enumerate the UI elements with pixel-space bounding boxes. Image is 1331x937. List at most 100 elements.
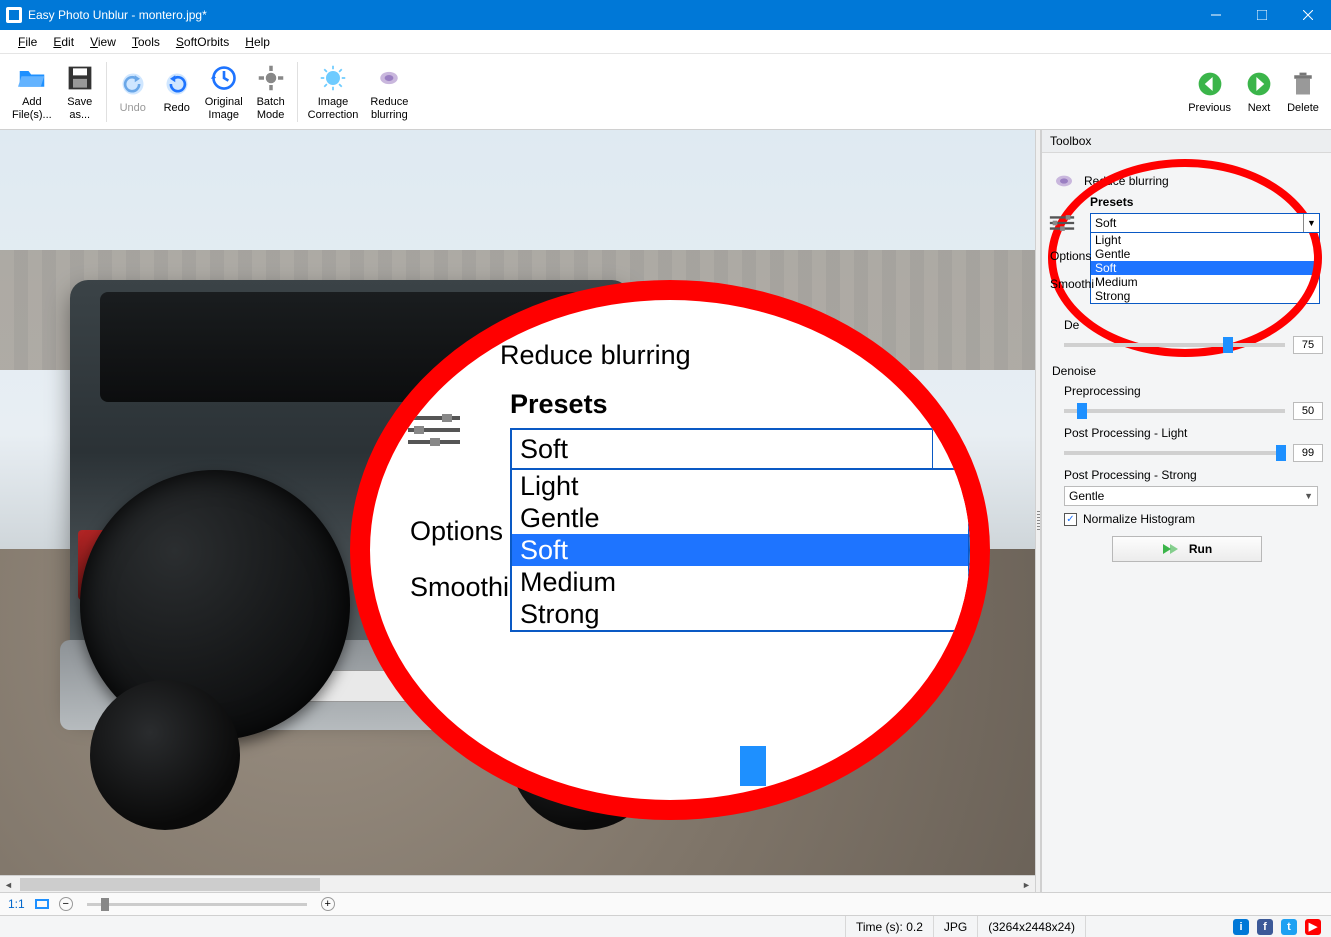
detail-value[interactable]: 75 — [1293, 336, 1323, 354]
add-files-button[interactable]: Add File(s)... — [6, 60, 58, 122]
previous-button[interactable]: Previous — [1182, 66, 1237, 116]
horizontal-scrollbar[interactable]: ◄ ► — [0, 875, 1035, 892]
run-button[interactable]: Run — [1112, 536, 1262, 562]
scroll-left-icon[interactable]: ◄ — [0, 876, 17, 892]
detail-slider[interactable] — [1064, 343, 1285, 347]
youtube-icon[interactable]: ▶ — [1305, 919, 1321, 935]
image-canvas[interactable]: Reduce blurring Presets Soft ▼ Options S… — [0, 130, 1035, 892]
undo-icon — [117, 68, 149, 100]
menu-edit[interactable]: Edit — [45, 33, 82, 51]
maximize-button[interactable] — [1239, 0, 1285, 30]
gear-icon — [255, 62, 287, 94]
normalize-label: Normalize Histogram — [1083, 512, 1195, 526]
zoom-out-button[interactable]: − — [59, 897, 73, 911]
preset-selected: Soft — [1095, 216, 1116, 230]
detail-label: De — [1064, 318, 1323, 332]
sparkle-icon — [317, 62, 349, 94]
zoom-option-light[interactable]: Light — [512, 470, 968, 502]
reduce-blurring-button[interactable]: Reduce blurring — [364, 60, 414, 122]
chevron-down-icon: ▼ — [932, 430, 968, 468]
scroll-right-icon[interactable]: ► — [1018, 876, 1035, 892]
undo-button[interactable]: Undo — [111, 60, 155, 122]
original-image-button[interactable]: Original Image — [199, 60, 249, 122]
preset-option-light[interactable]: Light — [1091, 233, 1319, 247]
social-links: i f t ▶ — [1223, 919, 1331, 935]
folder-open-icon — [16, 62, 48, 94]
preset-option-strong[interactable]: Strong — [1091, 289, 1319, 303]
preset-option-medium[interactable]: Medium — [1091, 275, 1319, 289]
post-light-label: Post Processing - Light — [1064, 426, 1323, 440]
menu-tools[interactable]: Tools — [124, 33, 168, 51]
zoom-option-strong[interactable]: Strong — [512, 598, 968, 630]
menu-bar: File Edit View Tools SoftOrbits Help — [0, 30, 1331, 54]
minimize-button[interactable] — [1193, 0, 1239, 30]
history-icon — [208, 62, 240, 94]
zoom-ratio[interactable]: 1:1 — [8, 897, 25, 911]
zoom-in-button[interactable]: + — [321, 897, 335, 911]
blur-icon — [373, 62, 405, 94]
blur-icon — [1050, 173, 1078, 189]
menu-softorbits[interactable]: SoftOrbits — [168, 33, 237, 51]
toolbar: Add File(s)... Save as... Undo Redo Orig… — [0, 54, 1331, 130]
play-icon — [1161, 542, 1179, 556]
sliders-icon — [1048, 213, 1076, 233]
run-label: Run — [1189, 542, 1212, 556]
menu-file[interactable]: File — [10, 33, 45, 51]
scroll-thumb[interactable] — [20, 878, 320, 891]
save-as-button[interactable]: Save as... — [58, 60, 102, 122]
zoom-preset-combobox[interactable]: Soft ▼ — [510, 428, 970, 470]
toolbox-panel: Toolbox Reduce blurring Presets Soft ▼ O… — [1041, 130, 1331, 892]
preprocessing-label: Preprocessing — [1064, 384, 1323, 398]
vertical-splitter[interactable] — [1035, 130, 1041, 892]
zoom-slider[interactable] — [87, 903, 307, 906]
preset-listbox[interactable]: Light Gentle Soft Medium Strong — [1090, 233, 1320, 304]
post-light-slider[interactable] — [1064, 451, 1285, 455]
main-area: Reduce blurring Presets Soft ▼ Options S… — [0, 130, 1331, 892]
arrow-left-icon — [1194, 68, 1226, 100]
zoom-preset-listbox[interactable]: Light Gentle Soft Medium Strong — [510, 470, 970, 632]
post-light-value[interactable]: 99 — [1293, 444, 1323, 462]
image-correction-button[interactable]: Image Correction — [302, 60, 365, 122]
post-strong-label: Post Processing - Strong — [1064, 468, 1323, 482]
fit-screen-icon[interactable] — [35, 899, 49, 909]
zoom-smoothing-label: Smoothi — [410, 572, 509, 603]
zoom-options-label: Options — [410, 516, 503, 547]
info-icon[interactable]: i — [1233, 919, 1249, 935]
status-empty — [0, 916, 846, 937]
status-format: JPG — [934, 916, 978, 937]
status-dimensions: (3264x2448x24) — [978, 916, 1086, 937]
preset-option-soft[interactable]: Soft — [1091, 261, 1319, 275]
zoom-preset-selected: Soft — [520, 434, 568, 465]
trash-icon — [1287, 68, 1319, 100]
menu-help[interactable]: Help — [237, 33, 278, 51]
zoom-option-soft[interactable]: Soft — [512, 534, 968, 566]
zoom-option-gentle[interactable]: Gentle — [512, 502, 968, 534]
preprocessing-slider[interactable] — [1064, 409, 1285, 413]
status-bar: Time (s): 0.2 JPG (3264x2448x24) i f t ▶ — [0, 915, 1331, 937]
close-button[interactable] — [1285, 0, 1331, 30]
menu-view[interactable]: View — [82, 33, 124, 51]
facebook-icon[interactable]: f — [1257, 919, 1273, 935]
post-strong-select[interactable]: Gentle ▼ — [1064, 486, 1318, 506]
redo-button[interactable]: Redo — [155, 60, 199, 122]
normalize-histogram-checkbox[interactable]: ✓ Normalize Histogram — [1064, 512, 1323, 526]
checkbox-icon: ✓ — [1064, 513, 1077, 526]
title-bar: Easy Photo Unblur - montero.jpg* — [0, 0, 1331, 30]
preprocessing-value[interactable]: 50 — [1293, 402, 1323, 420]
smoothing-label: Smoothi — [1050, 277, 1094, 291]
denoise-title: Denoise — [1052, 364, 1323, 378]
zoom-option-medium[interactable]: Medium — [512, 566, 968, 598]
zoom-bar: 1:1 − + — [0, 892, 1331, 915]
zoom-presets-label: Presets — [510, 389, 950, 420]
delete-button[interactable]: Delete — [1281, 66, 1325, 116]
zoom-header: Reduce blurring — [500, 340, 950, 371]
toolbox-title: Toolbox — [1042, 130, 1331, 153]
zoom-slider-thumb — [740, 746, 766, 786]
next-button[interactable]: Next — [1237, 66, 1281, 116]
twitter-icon[interactable]: t — [1281, 919, 1297, 935]
preset-option-gentle[interactable]: Gentle — [1091, 247, 1319, 261]
preset-combobox[interactable]: Soft ▼ — [1090, 213, 1320, 233]
redo-icon — [161, 68, 193, 100]
post-strong-selected: Gentle — [1069, 489, 1104, 503]
batch-mode-button[interactable]: Batch Mode — [249, 60, 293, 122]
